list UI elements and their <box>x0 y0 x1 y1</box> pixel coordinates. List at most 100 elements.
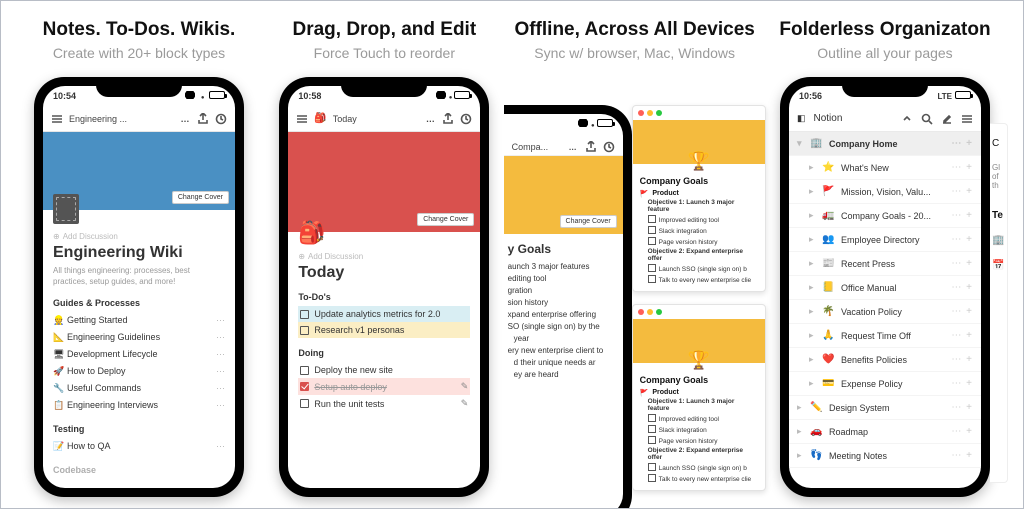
wifi-icon <box>199 91 207 101</box>
more-icon[interactable]: ⋯ <box>216 441 225 452</box>
chevron-icon[interactable] <box>901 113 913 125</box>
more-icon[interactable]: ⋯ <box>216 383 225 394</box>
row-actions[interactable]: ⋯ + <box>951 354 973 365</box>
caret-icon[interactable]: ▸ <box>809 354 817 365</box>
outline-row[interactable]: ▸✏️Design System⋯ + <box>789 396 981 420</box>
change-cover-button[interactable]: Change Cover <box>560 215 617 228</box>
more-icon[interactable]: ⋯ <box>216 400 225 411</box>
todo-item[interactable]: Update analytics metrics for 2.0 <box>298 306 470 322</box>
more-icon[interactable]: ⋯ <box>216 315 225 326</box>
caret-icon[interactable]: ▸ <box>809 186 817 197</box>
page-link[interactable]: 🚀How to Deploy⋯ <box>53 363 225 380</box>
caret-icon[interactable]: ▸ <box>809 282 817 293</box>
caret-icon[interactable]: ▸ <box>809 330 817 341</box>
workspace-icon[interactable]: ◧ <box>797 113 806 124</box>
history-icon[interactable] <box>603 141 615 153</box>
caret-icon[interactable]: ▸ <box>809 378 817 389</box>
window-controls[interactable] <box>633 106 765 120</box>
row-actions[interactable]: ⋯ + <box>951 162 973 173</box>
page-link[interactable]: 👷Getting Started⋯ <box>53 312 225 329</box>
caret-icon[interactable]: ▸ <box>797 450 805 461</box>
outline-row[interactable]: ▸❤️Benefits Policies⋯ + <box>789 348 981 372</box>
caret-icon[interactable]: ▸ <box>809 234 817 245</box>
add-discussion-link[interactable]: Add Discussion <box>298 252 470 261</box>
slot2-title: Drag, Drop, and Edit <box>292 19 476 41</box>
add-discussion-link[interactable]: Add Discussion <box>53 232 225 241</box>
more-icon[interactable] <box>424 113 436 125</box>
outline-row[interactable]: ▸💳Expense Policy⋯ + <box>789 372 981 396</box>
share-icon[interactable] <box>197 113 209 125</box>
more-icon[interactable]: ⋯ <box>216 332 225 343</box>
breadcrumb[interactable]: Engineering ... <box>69 114 173 124</box>
edit-icon[interactable]: ✎ <box>461 381 469 392</box>
change-cover-button[interactable]: Change Cover <box>417 213 474 226</box>
more-icon[interactable]: ⋯ <box>216 366 225 377</box>
page-link[interactable]: 📝How to QA⋯ <box>53 438 225 455</box>
menu-icon[interactable] <box>51 113 63 125</box>
outline-row[interactable]: ▾🏢Company Home⋯ + <box>789 132 981 156</box>
history-icon[interactable] <box>215 113 227 125</box>
page-link[interactable]: 🖥Development Lifecycle⋯ <box>53 346 225 363</box>
caret-icon[interactable]: ▸ <box>797 426 805 437</box>
row-actions[interactable]: ⋯ + <box>951 450 973 461</box>
row-actions[interactable]: ⋯ + <box>951 306 973 317</box>
outline-row[interactable]: ▸📒Office Manual⋯ + <box>789 276 981 300</box>
page-link[interactable]: 🔧Useful Commands⋯ <box>53 380 225 397</box>
breadcrumb[interactable]: Compa... <box>512 142 561 152</box>
page-link[interactable]: 📐Engineering Guidelines⋯ <box>53 329 225 346</box>
outline-row[interactable]: ▸🚗Roadmap⋯ + <box>789 420 981 444</box>
row-actions[interactable]: ⋯ + <box>951 282 973 293</box>
row-actions[interactable]: ⋯ + <box>951 330 973 341</box>
row-actions[interactable]: ⋯ + <box>951 426 973 437</box>
compose-icon[interactable] <box>941 113 953 125</box>
slot-4: Folderless Organizaton Outline all your … <box>765 19 1005 508</box>
row-actions[interactable]: ⋯ + <box>951 258 973 269</box>
breadcrumb[interactable]: Today <box>333 114 419 124</box>
todo-item-done[interactable]: Setup auto deploy✎ <box>298 378 470 395</box>
outline-row[interactable]: ▸📰Recent Press⋯ + <box>789 252 981 276</box>
todo-item[interactable]: Run the unit tests✎ <box>298 395 470 412</box>
share-icon[interactable] <box>585 141 597 153</box>
edit-icon[interactable]: ✎ <box>461 398 469 409</box>
caret-icon[interactable]: ▸ <box>809 162 817 173</box>
menu-icon[interactable] <box>961 113 973 125</box>
outline-row[interactable]: ▸👣Meeting Notes⋯ + <box>789 444 981 468</box>
caret-icon[interactable]: ▾ <box>797 138 805 149</box>
search-icon[interactable] <box>921 113 933 125</box>
outline-row[interactable]: ▸🚛Company Goals - 20...⋯ + <box>789 204 981 228</box>
page-link[interactable]: 📋Engineering Interviews⋯ <box>53 397 225 414</box>
checkbox-icon[interactable] <box>300 399 309 408</box>
history-icon[interactable] <box>460 113 472 125</box>
checkbox-checked-icon[interactable] <box>300 382 309 391</box>
notch <box>96 77 182 97</box>
more-icon[interactable] <box>179 113 191 125</box>
row-actions[interactable]: ⋯ + <box>951 402 973 413</box>
checkbox-icon[interactable] <box>300 310 309 319</box>
window-controls[interactable] <box>633 305 765 319</box>
checkbox-icon[interactable] <box>300 326 309 335</box>
outline-row[interactable]: ▸⭐What's New⋯ + <box>789 156 981 180</box>
outline-row[interactable]: ▸👥Employee Directory⋯ + <box>789 228 981 252</box>
more-icon[interactable]: ⋯ <box>216 349 225 360</box>
outline-row[interactable]: ▸🚩Mission, Vision, Valu...⋯ + <box>789 180 981 204</box>
caret-icon[interactable]: ▸ <box>797 402 805 413</box>
caret-icon[interactable]: ▸ <box>809 306 817 317</box>
more-icon[interactable] <box>567 141 579 153</box>
row-actions[interactable]: ⋯ + <box>951 378 973 389</box>
row-actions[interactable]: ⋯ + <box>951 186 973 197</box>
checkbox-icon[interactable] <box>300 366 309 375</box>
slot2-subtitle: Force Touch to reorder <box>314 45 455 61</box>
todo-item[interactable]: Research v1 personas <box>298 322 470 338</box>
outline-row[interactable]: ▸🙏Request Time Off⋯ + <box>789 324 981 348</box>
row-actions[interactable]: ⋯ + <box>951 210 973 221</box>
outline-row[interactable]: ▸🌴Vacation Policy⋯ + <box>789 300 981 324</box>
todo-item[interactable]: Deploy the new site <box>298 362 470 378</box>
caret-icon[interactable]: ▸ <box>809 210 817 221</box>
caret-icon[interactable]: ▸ <box>809 258 817 269</box>
workspace-name[interactable]: Notion <box>814 113 893 124</box>
row-actions[interactable]: ⋯ + <box>951 234 973 245</box>
menu-icon[interactable] <box>296 113 308 125</box>
share-icon[interactable] <box>442 113 454 125</box>
row-actions[interactable]: ⋯ + <box>951 138 973 149</box>
change-cover-button[interactable]: Change Cover <box>172 191 229 204</box>
